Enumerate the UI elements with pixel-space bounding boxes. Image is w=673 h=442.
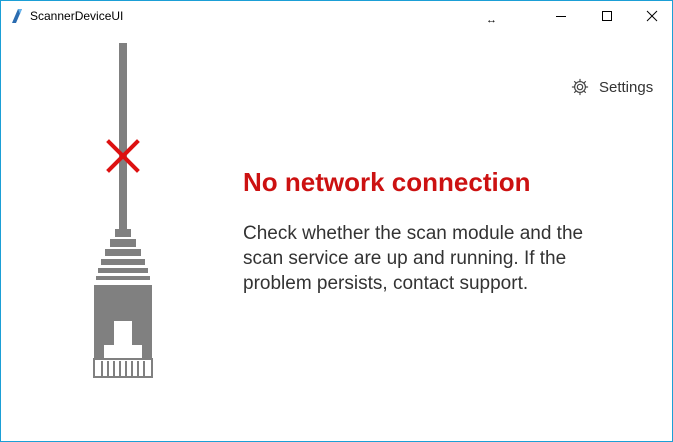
error-message: Check whether the scan module and the sc… [243,223,584,294]
close-button[interactable] [629,1,672,31]
window-title: ScannerDeviceUI [30,9,124,23]
title-bar[interactable]: ScannerDeviceUI ↔ [1,1,672,31]
minimize-button[interactable] [538,1,584,31]
minimize-icon [556,16,566,17]
resize-cursor-icon: ↔ [486,14,497,26]
settings-button[interactable]: Settings [571,77,653,97]
maximize-button[interactable] [584,1,630,31]
error-headline: No network connection [243,167,531,197]
gear-icon [571,78,589,96]
app-icon [12,9,22,23]
close-icon [646,10,658,22]
app-window: ScannerDeviceUI ↔ Settings No network co… [0,0,673,442]
network-cable-disconnected-icon [93,43,153,378]
settings-label: Settings [599,78,654,96]
maximize-icon [602,11,612,21]
